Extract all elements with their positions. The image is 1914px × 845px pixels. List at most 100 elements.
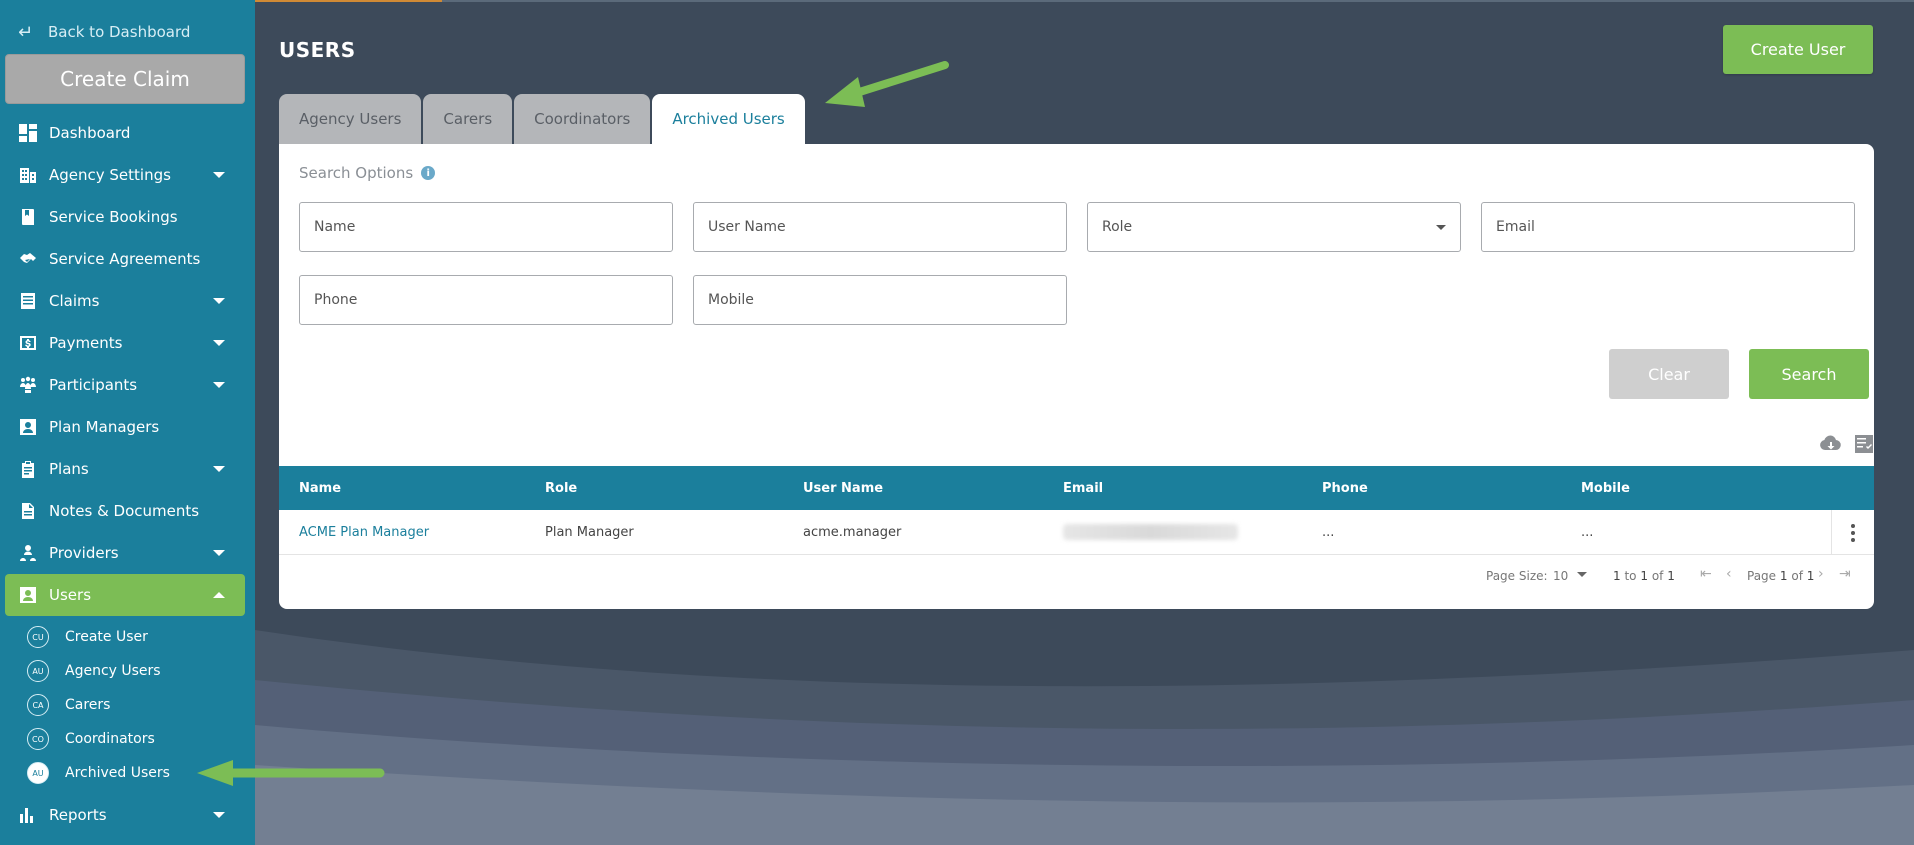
- sidebar-item-label: Plans: [49, 460, 89, 478]
- range-total: 1: [1667, 569, 1675, 583]
- last-page-icon[interactable]: ⇥: [1839, 566, 1851, 582]
- column-header-phone[interactable]: Phone: [1322, 481, 1368, 496]
- phone-field[interactable]: [299, 275, 673, 325]
- user-role-cell: Plan Manager: [545, 525, 634, 540]
- username-field[interactable]: [693, 202, 1067, 252]
- sidebar-item-participants[interactable]: Participants: [0, 364, 255, 406]
- range-to-label: to: [1624, 569, 1637, 583]
- next-page-icon[interactable]: ›: [1818, 566, 1824, 582]
- sidebar-item-payments[interactable]: Payments: [0, 322, 255, 364]
- sidebar-item-notes-documents[interactable]: Notes & Documents: [0, 490, 255, 532]
- chevron-down-icon: [213, 812, 225, 818]
- email-input[interactable]: [1482, 203, 1854, 251]
- subnav-item-agency-users[interactable]: AU Agency Users: [0, 654, 255, 688]
- subnav-item-archived-users[interactable]: AU Archived Users: [0, 756, 255, 790]
- range-of-label: of: [1651, 569, 1664, 583]
- subnav-label: Carers: [65, 697, 111, 713]
- sidebar-item-label: Payments: [49, 334, 123, 352]
- sidebar-nav: Dashboard Agency Settings Service Bookin…: [0, 112, 255, 836]
- previous-page-icon[interactable]: ‹: [1726, 566, 1732, 582]
- column-header-name[interactable]: Name: [299, 481, 341, 496]
- table-row: ACME Plan Manager Plan Manager acme.mana…: [279, 510, 1874, 555]
- create-user-button[interactable]: Create User: [1723, 25, 1873, 74]
- sidebar-item-agency-settings[interactable]: Agency Settings: [0, 154, 255, 196]
- role-select[interactable]: Role: [1087, 202, 1461, 252]
- name-input[interactable]: [300, 203, 672, 251]
- page-indicator: Page 1 of 1: [1747, 569, 1814, 583]
- sidebar-item-service-agreements[interactable]: Service Agreements: [0, 238, 255, 280]
- subnav-label: Archived Users: [65, 765, 170, 781]
- mobile-input[interactable]: [694, 276, 1066, 324]
- back-to-dashboard-link[interactable]: ↵ Back to Dashboard: [18, 20, 190, 44]
- subnav-item-carers[interactable]: CA Carers: [0, 688, 255, 722]
- handshake-icon: [18, 249, 38, 269]
- tab-carers[interactable]: Carers: [423, 94, 513, 144]
- users-subnav: CU Create User AU Agency Users CA Carers…: [0, 616, 255, 794]
- chevron-down-icon: [213, 172, 225, 178]
- dashboard-icon: [18, 123, 38, 143]
- top-progress-line: [255, 0, 1914, 2]
- sidebar-item-label: Plan Managers: [49, 418, 160, 436]
- user-card-icon: [18, 417, 38, 437]
- subnav-item-create-user[interactable]: CU Create User: [0, 620, 255, 654]
- user-name-link[interactable]: ACME Plan Manager: [299, 525, 429, 540]
- row-actions-menu[interactable]: [1831, 510, 1874, 555]
- username-input[interactable]: [694, 203, 1066, 251]
- search-button[interactable]: Search: [1749, 349, 1869, 399]
- sidebar-item-reports[interactable]: Reports: [0, 794, 255, 836]
- role-select-value: Role: [1102, 219, 1133, 235]
- sidebar-item-label: Service Bookings: [49, 208, 178, 226]
- chevron-down-icon: [213, 466, 225, 472]
- sidebar-item-plans[interactable]: Plans: [0, 448, 255, 490]
- subnav-badge: AU: [27, 762, 49, 784]
- sidebar-item-claims[interactable]: Claims: [0, 280, 255, 322]
- column-header-email[interactable]: Email: [1063, 481, 1103, 496]
- first-page-icon[interactable]: ⇤: [1700, 566, 1712, 582]
- sidebar-item-users[interactable]: Users: [5, 574, 245, 616]
- email-field[interactable]: [1481, 202, 1855, 252]
- subnav-badge: AU: [27, 660, 49, 682]
- tab-archived-users[interactable]: Archived Users: [652, 94, 805, 144]
- range-from: 1: [1613, 569, 1621, 583]
- column-chooser-icon[interactable]: [1853, 434, 1875, 458]
- user-email-redacted: [1063, 524, 1238, 540]
- column-header-mobile[interactable]: Mobile: [1581, 481, 1630, 496]
- sidebar-item-service-bookings[interactable]: Service Bookings: [0, 196, 255, 238]
- tab-coordinators[interactable]: Coordinators: [514, 94, 651, 144]
- chevron-down-icon: [213, 340, 225, 346]
- column-header-username[interactable]: User Name: [803, 481, 883, 496]
- sidebar-item-dashboard[interactable]: Dashboard: [0, 112, 255, 154]
- page-size-caret-icon[interactable]: [1577, 572, 1587, 577]
- main-content: USERS Create User Agency Users Carers Co…: [255, 0, 1914, 845]
- subnav-label: Agency Users: [65, 663, 161, 679]
- cloud-download-icon[interactable]: [1819, 434, 1841, 458]
- info-icon[interactable]: i: [421, 166, 436, 180]
- page-of-label: of: [1791, 569, 1803, 583]
- column-header-role[interactable]: Role: [545, 481, 577, 496]
- name-field[interactable]: [299, 202, 673, 252]
- record-range: 1 to 1 of 1: [1613, 569, 1675, 583]
- search-options-text: Search Options: [299, 164, 414, 182]
- user-card-icon: [18, 585, 38, 605]
- subnav-badge: CA: [27, 694, 49, 716]
- sidebar-item-plan-managers[interactable]: Plan Managers: [0, 406, 255, 448]
- list-icon: [18, 291, 38, 311]
- clipboard-icon: [18, 459, 38, 479]
- sidebar-item-providers[interactable]: Providers: [0, 532, 255, 574]
- phone-input[interactable]: [300, 276, 672, 324]
- tab-agency-users[interactable]: Agency Users: [279, 94, 422, 144]
- page-size-value[interactable]: 10: [1553, 569, 1568, 583]
- search-options-label: Search Options i: [299, 164, 436, 182]
- top-progress-segment: [255, 0, 442, 2]
- clear-button[interactable]: Clear: [1609, 349, 1729, 399]
- sidebar: ↵ Back to Dashboard Create Claim Dashboa…: [0, 0, 255, 845]
- subnav-item-coordinators[interactable]: CO Coordinators: [0, 722, 255, 756]
- table-header: Name Role User Name Email Phone Mobile: [279, 466, 1874, 510]
- subnav-label: Coordinators: [65, 731, 155, 747]
- back-label: Back to Dashboard: [48, 23, 191, 41]
- page-current: 1: [1779, 569, 1788, 583]
- create-claim-button[interactable]: Create Claim: [5, 54, 245, 104]
- page-label: Page: [1747, 569, 1777, 583]
- mobile-field[interactable]: [693, 275, 1067, 325]
- sidebar-item-label: Users: [49, 586, 92, 604]
